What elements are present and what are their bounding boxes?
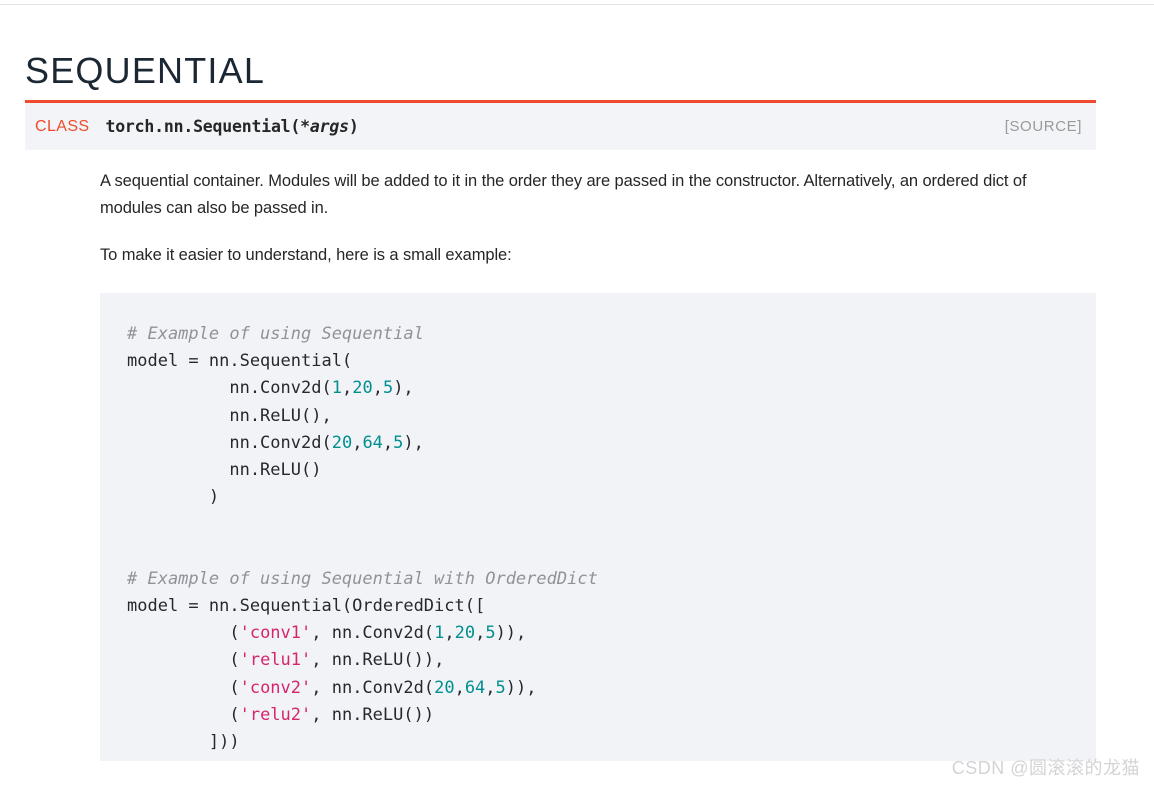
code-example-block: # Example of using Sequential model = nn… [100, 293, 1096, 761]
signature-code: torch.nn.Sequential(*args) [105, 117, 358, 136]
signature-args: *args [300, 117, 349, 136]
description-text: A sequential container. Modules will be … [100, 168, 1042, 269]
description-paragraph-2: To make it easier to understand, here is… [100, 246, 512, 264]
source-link[interactable]: [SOURCE] [1005, 118, 1082, 135]
class-signature-block: CLASS torch.nn.Sequential(*args) [SOURCE… [25, 100, 1096, 150]
signature-row: CLASS torch.nn.Sequential(*args) [SOURCE… [25, 103, 1096, 150]
signature-close-paren: ) [348, 117, 359, 136]
code-content: # Example of using Sequential model = nn… [127, 324, 598, 753]
page-title: SEQUENTIAL [25, 50, 266, 92]
description-paragraph-1: A sequential container. Modules will be … [100, 172, 1027, 217]
csdn-watermark: CSDN @圆滚滚的龙猫 [951, 758, 1140, 778]
doc-page: SEQUENTIAL CLASS torch.nn.Sequential(*ar… [0, 0, 1154, 786]
signature-kind-label: CLASS [35, 117, 90, 135]
signature-path: torch.nn.Sequential( [105, 117, 301, 136]
top-divider [0, 4, 1154, 5]
